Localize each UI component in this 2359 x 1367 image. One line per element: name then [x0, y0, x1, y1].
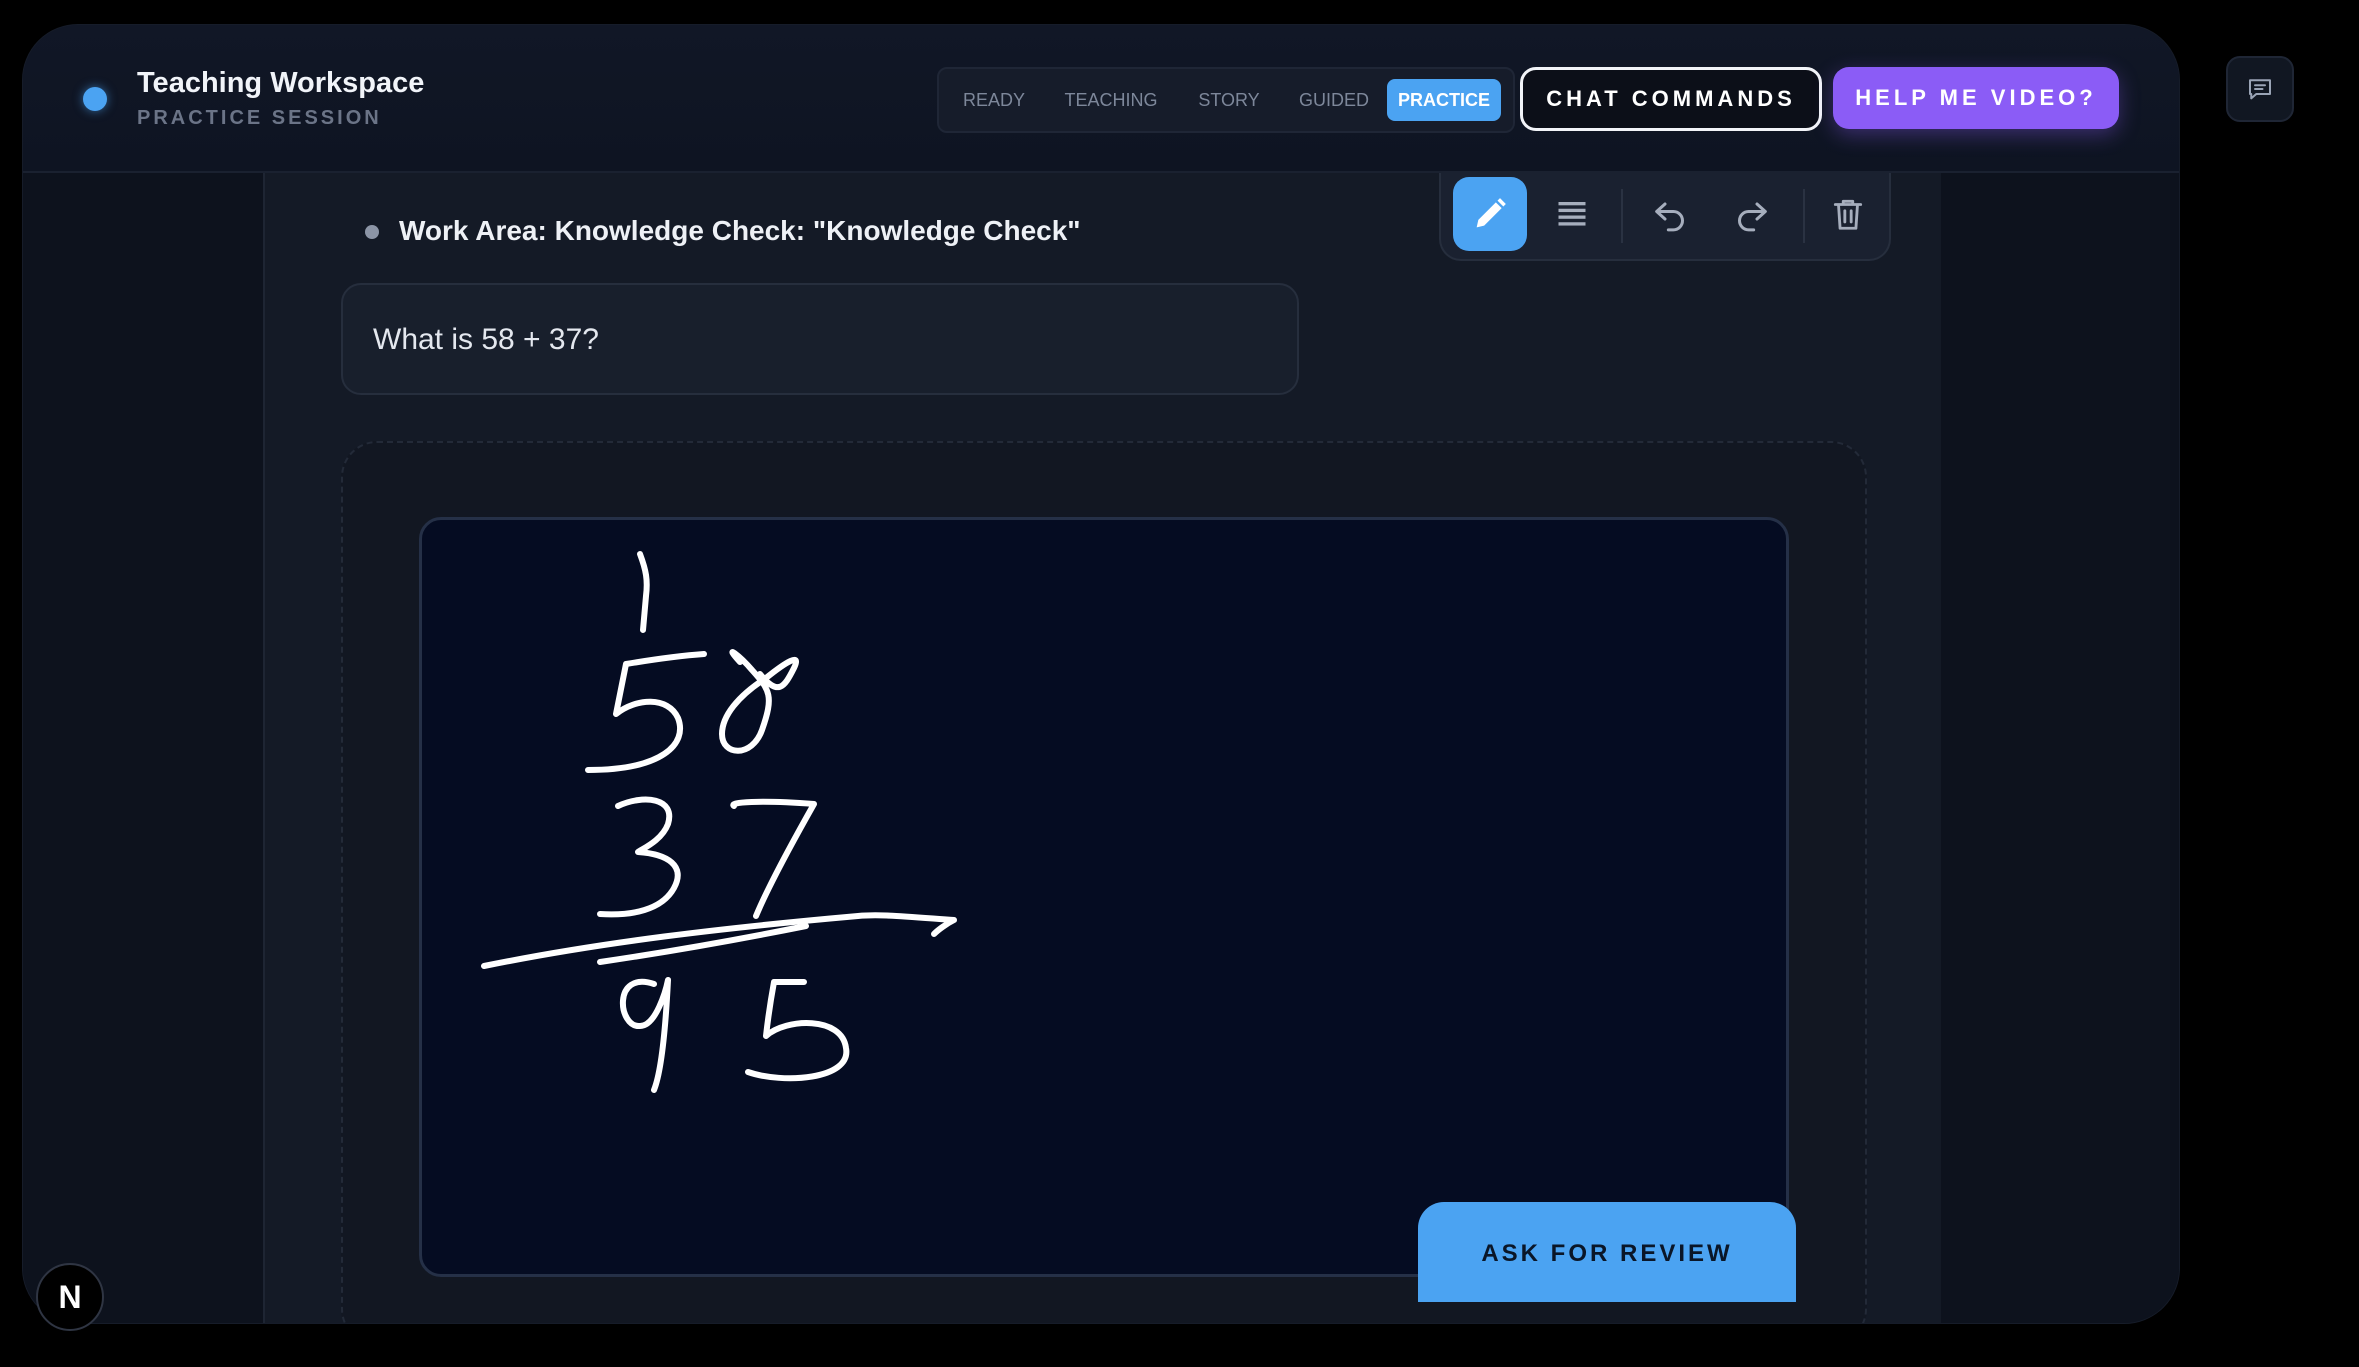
undo-button[interactable]	[1633, 177, 1707, 251]
app-title: Teaching Workspace	[137, 67, 425, 99]
left-sidebar	[23, 173, 263, 1323]
status-dot	[83, 87, 107, 111]
tab-teaching[interactable]: TEACHING	[1051, 79, 1171, 121]
ink-digit-5-bottom	[745, 979, 850, 1082]
header: Teaching Workspace PRACTICE SESSION READ…	[23, 25, 2179, 173]
tab-story[interactable]: STORY	[1183, 79, 1275, 121]
toolbar-divider	[1803, 189, 1805, 243]
work-area-title: Work Area: Knowledge Check: "Knowledge C…	[399, 215, 1081, 246]
drawing-board-frame	[341, 441, 1867, 1323]
pencil-tool-button[interactable]	[1453, 177, 1527, 251]
mode-tabs: READY TEACHING STORY GUIDED PRACTICE	[937, 67, 1515, 133]
ink-digit-8	[719, 649, 799, 754]
help-me-video-button[interactable]: HELP ME VIDEO?	[1833, 67, 2119, 129]
chat-bubble-icon	[2249, 79, 2271, 100]
tab-practice[interactable]: PRACTICE	[1387, 79, 1501, 121]
lines-tool-button[interactable]	[1535, 177, 1609, 251]
question-text: What is 58 + 37?	[373, 323, 599, 356]
clear-button[interactable]	[1811, 177, 1885, 251]
chat-toggle-button[interactable]	[2226, 56, 2294, 122]
redo-icon	[1738, 202, 1767, 232]
ink-digit-9	[620, 977, 671, 1093]
redo-button[interactable]	[1715, 177, 1789, 251]
pencil-icon	[1476, 198, 1506, 228]
ink-carry-one	[637, 551, 650, 633]
drawing-canvas[interactable]	[419, 517, 1789, 1277]
question-card: What is 58 + 37?	[341, 283, 1299, 395]
trash-icon	[1833, 199, 1863, 230]
ask-for-review-button[interactable]: ASK FOR REVIEW	[1418, 1202, 1796, 1302]
ink-digit-3	[597, 796, 681, 918]
chat-commands-button[interactable]: CHAT COMMANDS	[1520, 67, 1822, 131]
work-area-panel: Work Area: Knowledge Check: "Knowledge C…	[263, 173, 1943, 1323]
tab-ready[interactable]: READY	[949, 79, 1039, 121]
app-window: Teaching Workspace PRACTICE SESSION READ…	[22, 24, 2180, 1324]
ink-digit-5-top	[585, 651, 707, 773]
toolbar-divider	[1621, 189, 1623, 243]
ink-digit-7	[730, 798, 817, 919]
dev-badge[interactable]: N	[36, 1263, 104, 1331]
page: Teaching Workspace PRACTICE SESSION READ…	[0, 0, 2359, 1367]
drawing-toolbar	[1439, 173, 1891, 261]
work-area-dot	[365, 225, 379, 239]
undo-icon	[1655, 202, 1684, 232]
handwritten-work	[481, 551, 957, 1093]
lines-icon	[1558, 202, 1586, 226]
tab-guided[interactable]: GUIDED	[1285, 79, 1383, 121]
session-subtitle: PRACTICE SESSION	[137, 107, 382, 129]
right-sidebar	[1941, 173, 2179, 1323]
